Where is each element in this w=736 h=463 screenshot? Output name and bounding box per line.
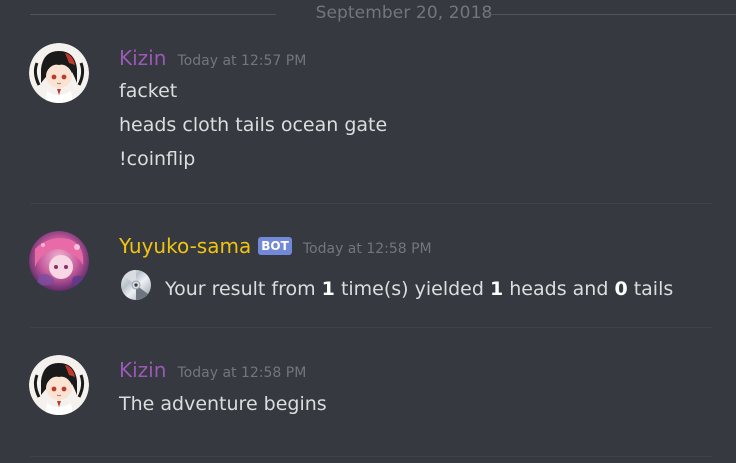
message-text: Your result from 1 time(s) yielded 1 hea… (119, 269, 673, 306)
date-divider: September 20, 2018 (30, 3, 736, 23)
message-header: Kizin Today at 12:58 PM (119, 358, 306, 382)
avatar[interactable] (29, 231, 89, 291)
message-separator (30, 327, 712, 328)
username[interactable]: Kizin (119, 46, 166, 70)
message-separator (30, 203, 712, 204)
message-header: Yuyuko-sama BOT Today at 12:58 PM (119, 234, 432, 258)
divider-date: September 20, 2018 (315, 3, 493, 23)
result-middle: time(s) yielded (340, 278, 484, 300)
result-tails-label: tails (633, 278, 674, 300)
username[interactable]: Kizin (119, 358, 166, 382)
message-text: facket (119, 80, 178, 102)
avatar-yuyuko-image (29, 231, 89, 291)
divider-line-right (486, 14, 736, 15)
timestamp: Today at 12:58 PM (302, 241, 432, 257)
divider-line-left (30, 14, 276, 15)
message-text: !coinflip (119, 148, 196, 170)
timestamp: Today at 12:57 PM (177, 53, 307, 69)
result-heads: 1 (489, 278, 504, 300)
username[interactable]: Yuyuko-sama (119, 234, 251, 258)
timestamp: Today at 12:58 PM (177, 365, 307, 381)
result-heads-label: heads and (509, 278, 609, 300)
result-prefix: Your result from (165, 278, 316, 300)
message-header: Kizin Today at 12:57 PM (119, 46, 306, 70)
message-separator (30, 456, 712, 457)
avatar[interactable] (29, 43, 89, 103)
message-text: heads cloth tails ocean gate (119, 114, 388, 136)
message-text: The adventure begins (119, 393, 327, 415)
bot-tag: BOT (258, 237, 292, 255)
avatar-kizin-image (29, 43, 89, 103)
avatar-kizin-image (29, 355, 89, 415)
result-tails: 0 (614, 278, 628, 300)
avatar[interactable] (29, 355, 89, 415)
disc-icon (119, 269, 155, 306)
result-times: 1 (321, 278, 335, 300)
